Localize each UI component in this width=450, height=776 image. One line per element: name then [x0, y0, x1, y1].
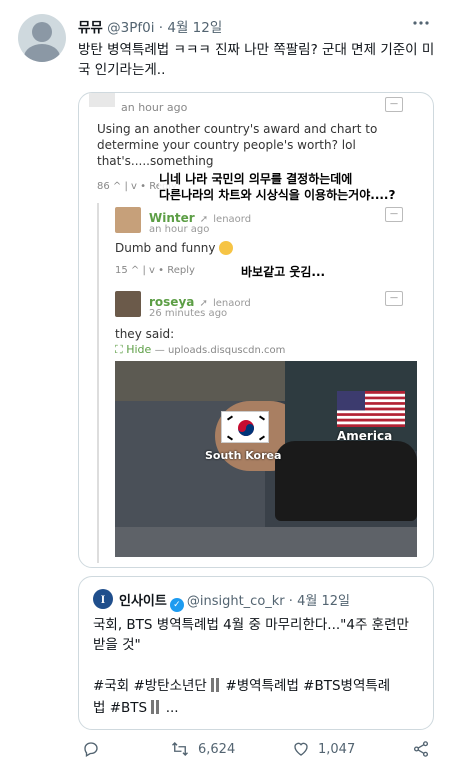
c2-replyto: lenaord — [213, 214, 252, 225]
overlay1-line2: 다른나라의 차트와 시상식을 이용하는거야....? — [159, 188, 396, 202]
comment1-votes: 86 — [97, 181, 110, 192]
hide-label: Hide — [126, 343, 152, 356]
hide-url: — uploads.disquscdn.com — [154, 345, 286, 356]
meme-label-right: America — [337, 429, 393, 443]
downvote-icon: v — [149, 265, 155, 276]
tweet-text: 방탄 병역특례법 ㅋㅋㅋ 진짜 나만 쪽팔림? 군대 면제 기준이 미국 인기라… — [78, 42, 435, 78]
c3-time: 26 minutes ago — [149, 308, 228, 319]
more-icon[interactable] — [412, 14, 430, 30]
quote-handle: @insight_co_kr — [186, 594, 285, 609]
tweet-date[interactable]: 4월 12일 — [167, 20, 222, 36]
c2-text-row: Dumb and funny — [115, 241, 234, 255]
c2-user: Winter — [149, 211, 195, 225]
hashtags-1b[interactable]: #병역특례법 #BTS병역특례 — [225, 678, 390, 694]
share-button[interactable] — [412, 740, 430, 758]
c2-reply: Reply — [167, 265, 195, 276]
upvote-icon: ^ — [130, 265, 140, 276]
c2-text: Dumb and funny — [115, 241, 216, 255]
hashtags-2a[interactable]: 법 #BTS — [93, 700, 147, 716]
purple-heart-icon — [211, 678, 221, 694]
hashtags-1a[interactable]: #국회 #방탄소년단 — [93, 678, 207, 694]
downvote-icon: v — [131, 181, 137, 192]
overlay-caption-1: 니네 나라 국민의 의무를 결정하는데에 다른나라의 차트와 시상식을 이용하는… — [159, 171, 396, 203]
reply-icon — [84, 742, 98, 757]
meme-floor — [115, 527, 417, 557]
winter-avatar — [115, 207, 141, 233]
c3-text: they said: — [115, 327, 175, 341]
separator: · — [158, 20, 164, 36]
retweet-button[interactable]: 6,624 — [170, 740, 235, 758]
avatar-head-shape — [32, 22, 52, 42]
c2-votes: 15 — [115, 265, 128, 276]
handle[interactable]: @3Pf0i — [107, 20, 154, 36]
overlay1-line1: 니네 나라 국민의 의무를 결정하는데에 — [159, 172, 353, 186]
tweet-header: 뮤뮤 @3Pf0i · 4월 12일 — [78, 16, 222, 36]
meme-boot — [275, 441, 417, 521]
purple-heart-icon — [151, 700, 161, 716]
avatar[interactable] — [18, 14, 66, 62]
meme-label-left: South Korea — [205, 449, 282, 462]
verified-badge-icon: ✓ — [169, 598, 184, 612]
usa-flag-icon — [337, 391, 405, 427]
separator: · — [288, 594, 293, 609]
comment1-text: Using an another country's award and cha… — [97, 122, 378, 168]
roseya-avatar — [115, 291, 141, 317]
quoted-tweet[interactable]: I 인사이트 ✓ @insight_co_kr · 4월 12일 국회, BTS 병… — [78, 576, 434, 730]
retweet-count: 6,624 — [198, 741, 236, 757]
quote-hashtags: #국회 #방탄소년단 #병역특례법 #BTS병역특례 법 #BTS ... — [93, 675, 425, 719]
overlay-caption-2: 바보같고 웃김... — [241, 265, 326, 279]
cut-avatar — [89, 93, 115, 107]
c2-time: an hour ago — [149, 224, 210, 235]
attached-image[interactable]: an hour ago — Using an another country's… — [78, 92, 434, 568]
hide-row: ⛶ Hide — uploads.disquscdn.com — [115, 343, 285, 357]
c3-user: roseya — [149, 295, 195, 309]
quote-date: 4월 12일 — [297, 594, 350, 609]
reply-button[interactable] — [82, 740, 100, 758]
insight-logo-icon: I — [93, 589, 113, 609]
top-time: an hour ago — [121, 101, 188, 114]
avatar-body-shape — [24, 44, 60, 62]
collapse-box: — — [385, 207, 403, 222]
heart-icon — [294, 742, 308, 756]
south-korea-flag-icon — [221, 411, 269, 443]
retweet-icon — [172, 742, 188, 756]
like-count: 1,047 — [318, 741, 356, 757]
upvote-icon: ^ — [112, 181, 122, 192]
display-name[interactable]: 뮤뮤 — [78, 20, 103, 36]
hashtags-line-1: #국회 #방탄소년단 #병역특례법 #BTS병역특례 — [93, 675, 425, 697]
quote-name: 인사이트 — [119, 594, 167, 609]
meme-image: South Korea America — [115, 361, 417, 557]
quote-header: 인사이트 ✓ @insight_co_kr · 4월 12일 — [119, 590, 350, 612]
laughing-emoji-icon — [219, 241, 234, 255]
collapse-box: — — [385, 97, 403, 112]
c2-votes-row: 15 ^ | v • Reply — [115, 265, 195, 276]
quote-text: 국회, BTS 병역특례법 4월 중 마무리한다..."4주 훈련만 받을 것" — [93, 617, 409, 653]
collapse-box: — — [385, 291, 403, 306]
hashtags-line-2: 법 #BTS ... — [93, 697, 425, 719]
tweet-actions: 6,624 1,047 — [78, 740, 434, 766]
like-button[interactable]: 1,047 — [292, 740, 355, 758]
thread-line — [97, 203, 99, 563]
image-icon: ⛶ — [115, 343, 123, 356]
share-icon — [413, 741, 429, 757]
hashtags-2b: ... — [165, 700, 179, 716]
